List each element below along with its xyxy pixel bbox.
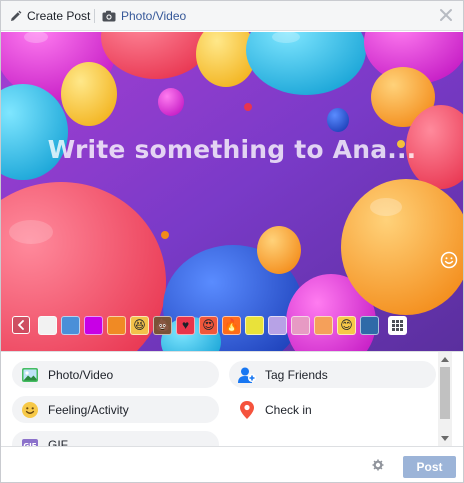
dialog-header: Create Post Photo/Video — [1, 1, 463, 31]
option-gif[interactable]: GIF GIF — [12, 431, 219, 446]
background-swatch-fire[interactable]: 🔥 — [222, 315, 241, 335]
photo-icon — [22, 367, 38, 382]
background-swatch-coral-pattern[interactable] — [314, 315, 333, 335]
background-swatch-pink-pattern[interactable] — [291, 315, 310, 335]
collapse-backgrounds-button[interactable] — [12, 316, 30, 334]
scrollbar-thumb[interactable] — [440, 367, 450, 419]
tab-photo-video[interactable]: Photo/Video — [102, 1, 186, 31]
gif-icon: GIF — [22, 438, 38, 446]
location-pin-icon — [240, 400, 254, 419]
chevron-left-icon — [17, 320, 24, 330]
background-swatch-lavender[interactable] — [268, 315, 287, 335]
camera-icon — [102, 10, 116, 22]
background-swatch-glyph: 😆 — [133, 318, 146, 332]
option-check-in[interactable]: Check in — [229, 396, 436, 423]
background-swatch-orange[interactable] — [107, 315, 126, 335]
background-swatch-yellow-figure[interactable] — [245, 315, 264, 335]
options-scrollbar[interactable] — [438, 352, 452, 446]
background-swatch-poop-emoji[interactable]: 💩 — [153, 315, 172, 335]
create-post-dialog: Create Post Photo/Video Write something … — [0, 0, 464, 483]
background-swatch-white[interactable] — [38, 315, 57, 335]
background-swatch-magenta[interactable] — [84, 315, 103, 335]
status-prompt-text[interactable]: Write something to Ana... — [1, 135, 463, 164]
background-swatch-heart-eyes-emoji[interactable]: 😍 — [199, 315, 218, 335]
close-icon[interactable] — [438, 7, 454, 23]
option-photo-video-label: Photo/Video — [48, 367, 114, 382]
post-options-list: Photo/Video Feeling/Activity GIF GIF Tag… — [1, 351, 463, 446]
pencil-icon — [11, 10, 22, 21]
background-picker: 😆 💩 ♥ 😍 🔥 😊 — [12, 314, 407, 336]
post-button[interactable]: Post — [403, 456, 456, 478]
option-feeling-activity-label: Feeling/Activity — [48, 402, 129, 417]
background-swatch-glyph: 😊 — [340, 318, 353, 332]
tab-create-post[interactable]: Create Post — [9, 1, 90, 31]
status-background-canvas[interactable]: Write something to Ana... 😆 💩 ♥ 😍 🔥 😊 — [1, 32, 463, 351]
more-backgrounds-grid-button[interactable] — [388, 315, 407, 335]
option-tag-friends[interactable]: Tag Friends — [229, 361, 436, 388]
balloons-background — [1, 32, 463, 351]
background-swatch-landscape[interactable] — [61, 315, 80, 335]
option-photo-video[interactable]: Photo/Video — [12, 361, 219, 388]
option-tag-friends-label: Tag Friends — [265, 367, 328, 382]
background-swatch-glyph: 🔥 — [224, 318, 239, 332]
tab-photo-video-label: Photo/Video — [121, 9, 187, 23]
background-swatch-glyph: 😍 — [202, 318, 215, 332]
background-swatch-glyph: ♥ — [181, 318, 190, 332]
background-swatch-laughing-emoji[interactable]: 😆 — [130, 315, 149, 335]
tab-create-post-label: Create Post — [27, 9, 91, 23]
background-swatch-heart[interactable]: ♥ — [176, 315, 195, 335]
smiley-face-icon — [22, 401, 38, 418]
gear-icon[interactable] — [372, 459, 384, 471]
scroll-down-arrow-icon[interactable] — [441, 436, 449, 441]
background-swatch-glyph: 💩 — [155, 318, 170, 332]
dialog-footer: Post — [1, 446, 463, 482]
grid-icon — [392, 319, 403, 331]
tag-friends-icon — [238, 367, 256, 383]
scroll-up-arrow-icon[interactable] — [441, 357, 449, 362]
option-check-in-label: Check in — [265, 402, 312, 417]
smiley-emoji-picker-icon[interactable] — [440, 251, 458, 269]
option-feeling-activity[interactable]: Feeling/Activity — [12, 396, 219, 423]
background-swatch-blue-leaves[interactable] — [360, 315, 379, 335]
option-gif-label: GIF — [48, 437, 68, 447]
background-swatch-smile-emoji[interactable]: 😊 — [337, 315, 356, 335]
header-divider — [94, 9, 95, 23]
